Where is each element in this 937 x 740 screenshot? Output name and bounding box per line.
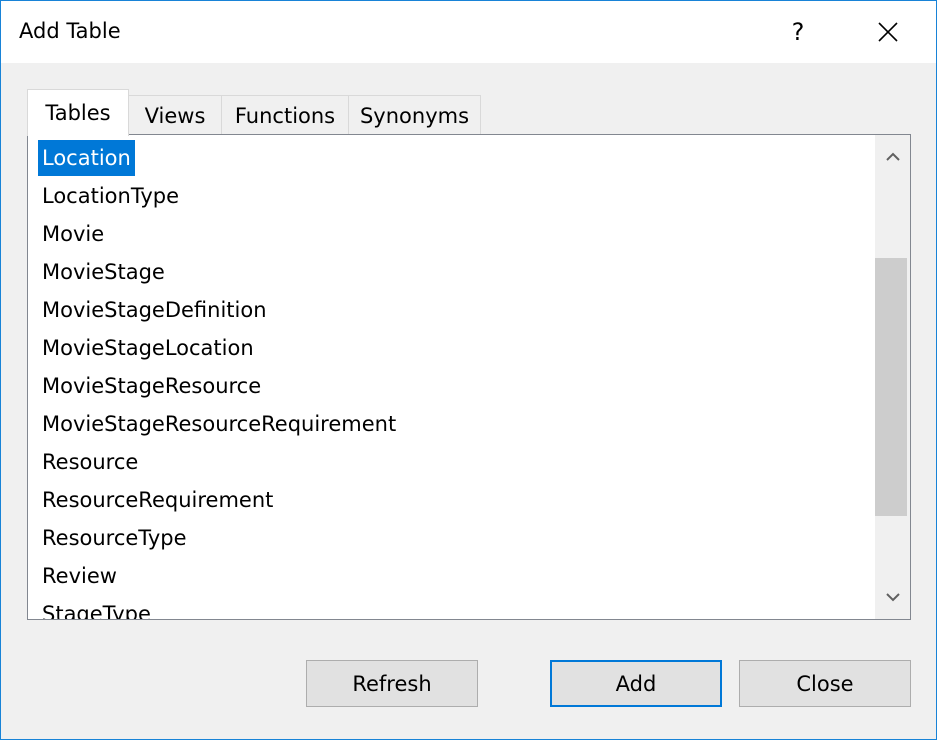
tab-views-label: Views [144,103,206,128]
list-item[interactable]: ResourceType [38,520,191,556]
list-item[interactable]: MovieStageResource [38,368,265,404]
list-item[interactable]: Location [38,140,135,176]
list-item[interactable]: LocationType [38,178,183,214]
list-item[interactable]: StageType [38,596,155,619]
tab-tables-label: Tables [45,101,111,125]
tables-panel: Location LocationType Movie MovieStage M… [27,134,911,620]
add-button[interactable]: Add [550,660,722,707]
tables-list[interactable]: Location LocationType Movie MovieStage M… [28,135,874,619]
scroll-thumb[interactable] [875,258,907,516]
close-icon [878,22,898,42]
chevron-up-icon [885,152,900,161]
chevron-down-icon [885,593,900,602]
help-button[interactable]: ? [771,1,825,63]
tab-functions-label: Functions [234,103,336,128]
tab-tables[interactable]: Tables [27,89,129,136]
tab-views[interactable]: Views [128,95,222,135]
list-item[interactable]: MovieStageResourceRequirement [38,406,400,442]
title-bar[interactable]: Add Table ? [1,1,936,63]
list-item[interactable]: MovieStage [38,254,169,290]
tab-functions[interactable]: Functions [221,95,349,135]
list-item[interactable]: Movie [38,216,108,252]
scroll-up-button[interactable] [875,137,910,177]
list-item[interactable]: MovieStageLocation [38,330,258,366]
list-item[interactable]: MovieStageDefinition [38,292,271,328]
help-icon: ? [791,18,805,46]
tab-synonyms-label: Synonyms [359,103,470,128]
list-item[interactable]: Review [38,558,121,594]
list-item[interactable]: Resource [38,444,142,480]
scroll-down-button[interactable] [875,577,910,617]
vertical-scrollbar[interactable] [875,135,910,619]
tab-synonyms[interactable]: Synonyms [348,95,481,135]
close-button[interactable]: Close [739,660,911,707]
list-item[interactable]: ResourceRequirement [38,482,277,518]
add-table-dialog: Add Table ? Tables Views Functions Synon… [0,0,937,740]
dialog-title: Add Table [19,19,121,43]
refresh-button[interactable]: Refresh [306,660,478,707]
close-window-button[interactable] [861,1,915,63]
